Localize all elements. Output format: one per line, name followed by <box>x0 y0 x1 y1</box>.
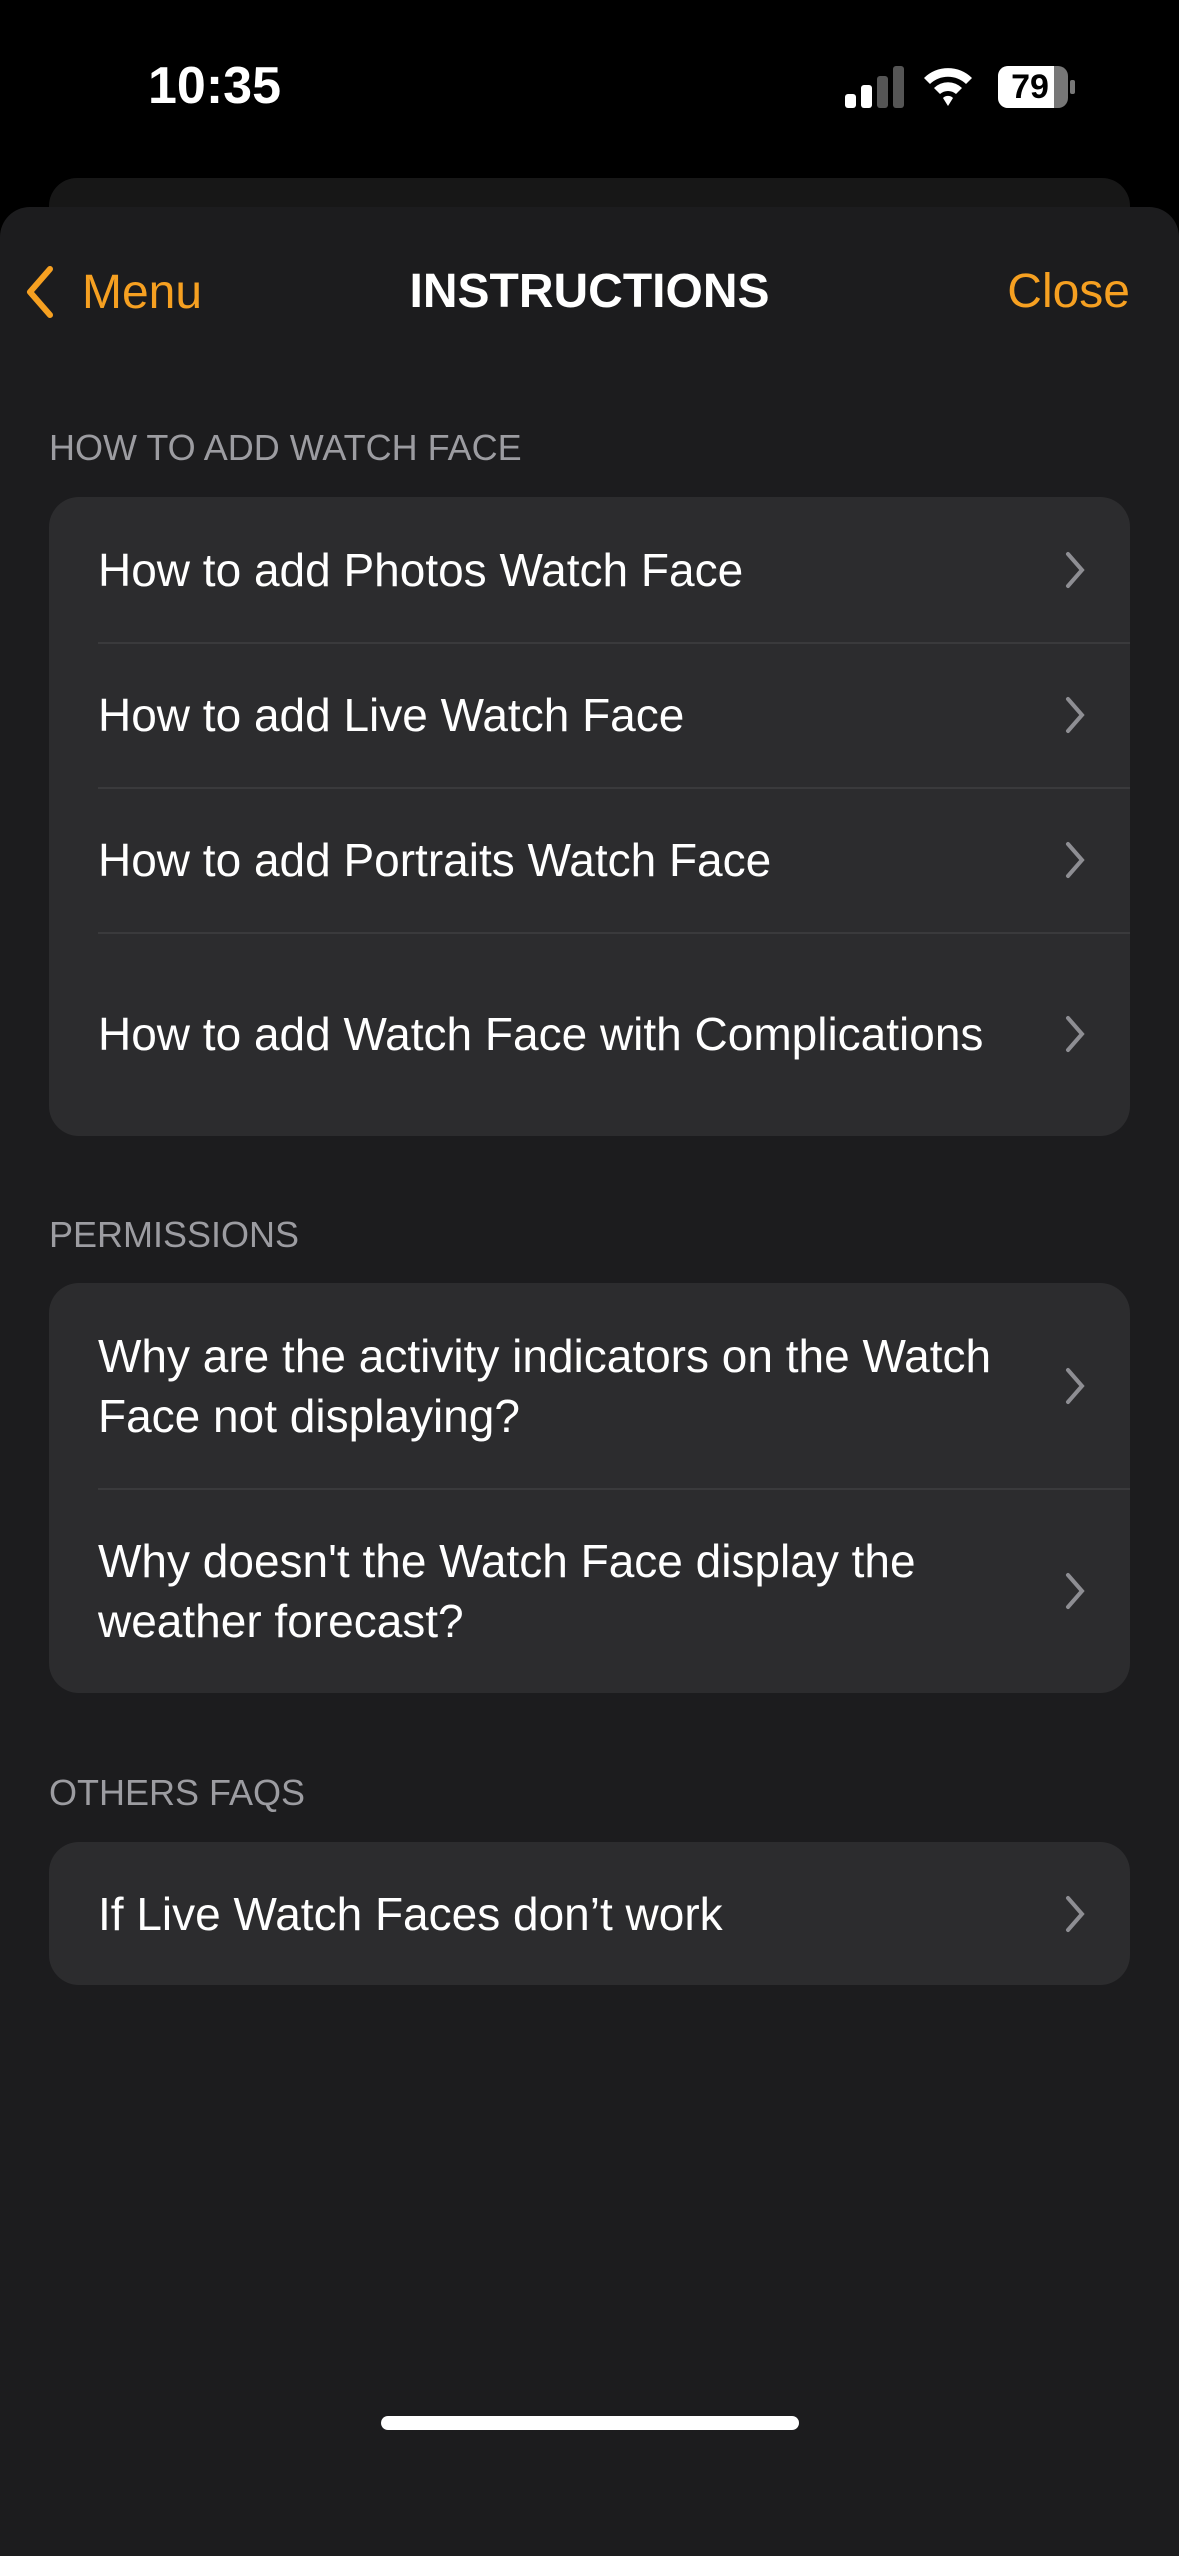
chevron-right-icon <box>1066 1367 1085 1404</box>
list-item-label: How to add Photos Watch Face <box>98 543 744 596</box>
close-button[interactable]: Close <box>1007 257 1130 327</box>
page-title: INSTRUCTIONS <box>409 265 770 318</box>
home-indicator[interactable] <box>381 2416 799 2430</box>
list-item[interactable]: How to add Watch Face with Complications <box>49 932 1130 1136</box>
status-bar: 10:35 79 <box>0 0 1179 170</box>
list-item-label: Why are the activity indicators on the W… <box>98 1329 992 1442</box>
list-item[interactable]: Why are the activity indicators on the W… <box>49 1283 1130 1488</box>
permissions-group: Why are the activity indicators on the W… <box>49 1283 1130 1693</box>
list-item-label: Why doesn't the Watch Face display the w… <box>98 1534 916 1647</box>
navigation-bar: Menu INSTRUCTIONS Close <box>0 257 1179 327</box>
others-faqs-group: If Live Watch Faces don’t work <box>49 1842 1130 1985</box>
list-item[interactable]: How to add Photos Watch Face <box>49 497 1130 642</box>
chevron-right-icon <box>1066 841 1085 878</box>
list-item[interactable]: Why doesn't the Watch Face display the w… <box>49 1488 1130 1693</box>
list-item-label: How to add Portraits Watch Face <box>98 833 772 886</box>
section-header: HOW TO ADD WATCH FACE <box>49 427 522 468</box>
list-item[interactable]: If Live Watch Faces don’t work <box>49 1842 1130 1985</box>
list-item-label: How to add Watch Face with Complications <box>98 1008 984 1060</box>
battery-percentage: 79 <box>1011 68 1049 106</box>
how-to-add-group: How to add Photos Watch Face How to add … <box>49 497 1130 1136</box>
instructions-sheet: Menu INSTRUCTIONS Close HOW TO ADD WATCH… <box>0 207 1179 2556</box>
wifi-icon <box>924 68 972 106</box>
section-header: PERMISSIONS <box>49 1214 300 1255</box>
battery-icon: 79 <box>998 66 1076 108</box>
chevron-right-icon <box>1066 551 1085 588</box>
chevron-right-icon <box>1066 1572 1085 1609</box>
list-item-label: How to add Live Watch Face <box>98 688 685 741</box>
section-header: OTHERS FAQS <box>49 1772 306 1813</box>
chevron-right-icon <box>1066 696 1085 733</box>
list-item-label: If Live Watch Faces don’t work <box>98 1887 723 1940</box>
clock: 10:35 <box>148 57 281 115</box>
chevron-right-icon <box>1066 1895 1085 1932</box>
cellular-signal-icon <box>845 66 904 108</box>
list-item[interactable]: How to add Live Watch Face <box>49 642 1130 787</box>
chevron-right-icon <box>1066 1016 1085 1052</box>
list-item[interactable]: How to add Portraits Watch Face <box>49 787 1130 932</box>
